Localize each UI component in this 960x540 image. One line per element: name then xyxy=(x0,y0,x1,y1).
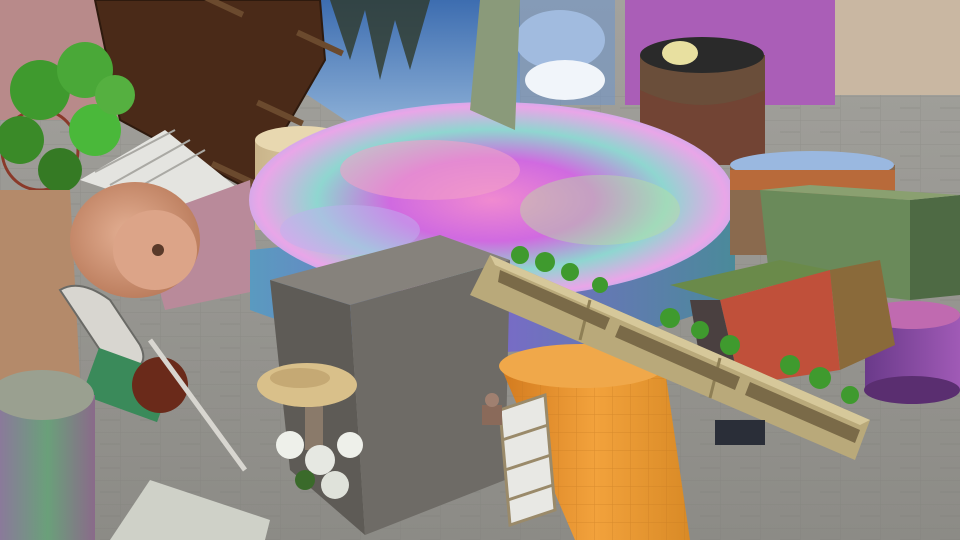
patterned-wall-panel xyxy=(835,0,960,95)
white-shelf xyxy=(498,392,557,528)
synthetic-3d-scene xyxy=(0,0,960,540)
terracotta-pot xyxy=(70,182,200,298)
green-cylinder xyxy=(0,370,95,540)
dark-block xyxy=(715,420,765,445)
